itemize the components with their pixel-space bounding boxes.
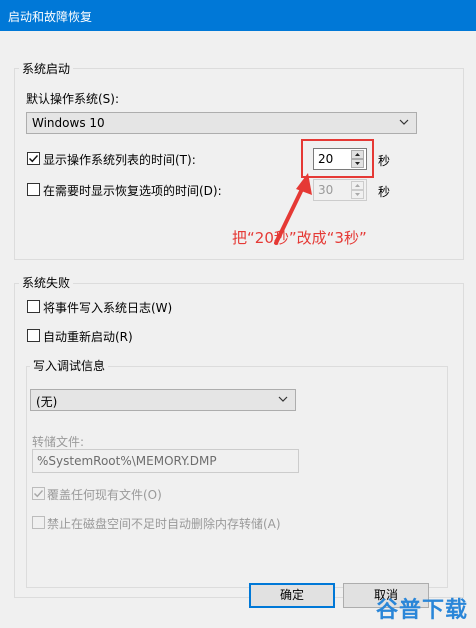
spin-up-button[interactable] (351, 181, 364, 190)
disable-autodelete-label: 禁止在磁盘空间不足时自动删除内存转储(A) (47, 517, 281, 531)
debug-info-value: (无) (36, 395, 58, 409)
spinner-buttons (350, 180, 366, 200)
spin-up-button[interactable] (351, 150, 364, 159)
arrow-down-icon (355, 162, 360, 165)
default-os-value: Windows 10 (32, 116, 105, 130)
dump-file-label: 转储文件: (32, 435, 85, 449)
spin-down-button[interactable] (351, 159, 364, 168)
show-recovery-label: 在需要时显示恢复选项的时间(D): (43, 184, 222, 198)
show-list-label: 显示操作系统列表的时间(T): (43, 153, 196, 167)
default-os-label: 默认操作系统(S): (26, 92, 120, 106)
show-recovery-checkbox[interactable] (27, 183, 40, 196)
debug-info-legend: 写入调试信息 (30, 357, 109, 374)
arrow-down-icon (355, 193, 360, 196)
show-list-spinner[interactable]: 20 (313, 148, 367, 170)
disable-autodelete-checkbox[interactable] (32, 516, 45, 529)
ok-button[interactable]: 确定 (249, 583, 335, 608)
auto-restart-checkbox[interactable] (27, 329, 40, 342)
overwrite-checkbox[interactable] (32, 487, 45, 500)
show-list-checkbox[interactable] (27, 152, 40, 165)
chevron-down-icon (278, 396, 288, 402)
write-event-checkbox[interactable] (27, 300, 40, 313)
checkmark-icon (29, 155, 39, 163)
show-recovery-unit: 秒 (378, 185, 391, 199)
checkmark-icon (34, 490, 44, 498)
spin-down-button[interactable] (351, 190, 364, 199)
show-list-value: 20 (318, 152, 334, 166)
title-bar: 启动和故障恢复 (0, 0, 476, 31)
arrow-up-icon (355, 153, 360, 156)
arrow-up-icon (355, 184, 360, 187)
show-list-unit: 秒 (378, 154, 391, 168)
debug-info-select[interactable]: (无) (30, 389, 296, 411)
dialog-client: 系统启动 默认操作系统(S): Windows 10 显示操作系统列表的时间(T… (0, 31, 476, 628)
overwrite-label: 覆盖任何现有文件(O) (47, 488, 162, 502)
spinner-buttons (350, 149, 366, 169)
chevron-down-icon (399, 119, 409, 125)
dump-file-value: %SystemRoot%\MEMORY.DMP (37, 454, 217, 468)
watermark-logo: 谷普下载 (375, 598, 468, 623)
system-failure-legend: 系统失败 (19, 274, 74, 291)
annotation-text: 把“20秒”改成“3秒” (232, 229, 367, 247)
write-event-label: 将事件写入系统日志(W) (43, 301, 173, 315)
auto-restart-label: 自动重新启动(R) (43, 330, 133, 344)
window-title: 启动和故障恢复 (8, 10, 93, 24)
system-startup-legend: 系统启动 (19, 60, 74, 77)
default-os-select[interactable]: Windows 10 (26, 112, 417, 134)
dump-file-field[interactable]: %SystemRoot%\MEMORY.DMP (32, 449, 299, 473)
